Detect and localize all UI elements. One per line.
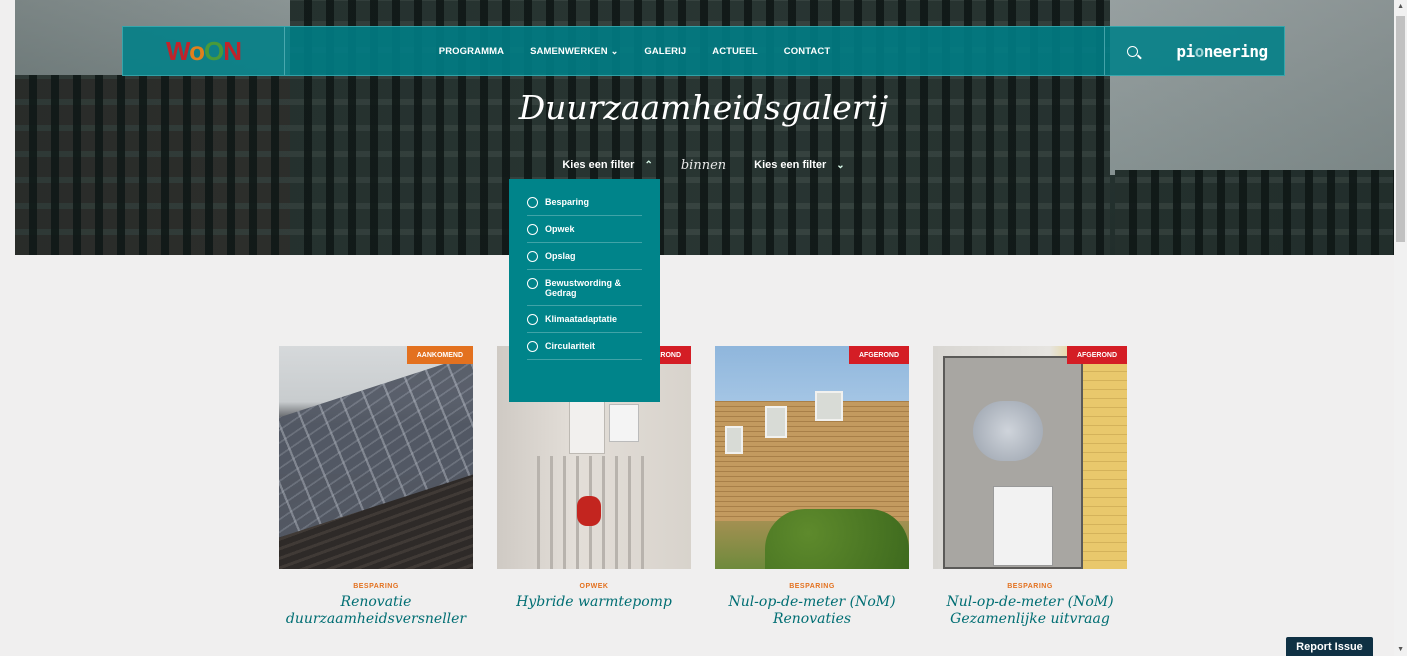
filter-option-opwek[interactable]: Opwek xyxy=(527,216,642,243)
chevron-down-icon: ⌄ xyxy=(610,45,619,56)
project-image-solar-roof: AANKOMEND xyxy=(279,346,473,569)
radio-icon[interactable] xyxy=(527,341,538,352)
hedge-shape xyxy=(765,509,909,569)
expansion-vessel-shape xyxy=(577,496,601,526)
radio-icon[interactable] xyxy=(527,278,538,289)
window-shape xyxy=(815,391,843,421)
filter-label: Kies een filter xyxy=(754,159,827,171)
report-issue-button[interactable]: Report Issue xyxy=(1286,637,1373,656)
inverter-shape xyxy=(609,404,639,442)
filter-bar: Kies een filter ⌃ binnen Kies een filter… xyxy=(0,155,1407,175)
chevron-up-icon: ⌃ xyxy=(644,159,653,171)
scroll-thumb[interactable] xyxy=(1396,16,1405,242)
project-category: BESPARING xyxy=(353,583,399,590)
radio-icon[interactable] xyxy=(527,224,538,235)
filter-theme-dropdown[interactable]: Kies een filter ⌄ xyxy=(748,155,851,175)
nav-item-programma[interactable]: PROGRAMMA xyxy=(439,46,504,57)
filter-option-bewustwording[interactable]: Bewustwording & Gedrag xyxy=(527,270,642,306)
filter-option-label: Circulariteit xyxy=(545,341,596,351)
filter-option-label: Opwek xyxy=(545,224,575,234)
page-title: Duurzaamheidsgalerij xyxy=(518,88,889,127)
status-badge: AFGEROND xyxy=(1066,346,1127,364)
project-title[interactable]: Renovatie duurzaamheidsversneller xyxy=(279,594,473,628)
project-card[interactable]: AFGEROND BESPARING Nul-op-de-meter (NoM)… xyxy=(715,346,909,628)
nav-item-galerij[interactable]: GALERIJ xyxy=(644,46,686,57)
filter-category-dropdown[interactable]: Kies een filter ⌃ xyxy=(556,155,659,175)
scroll-up-icon[interactable]: ▲ xyxy=(1397,3,1404,10)
project-title[interactable]: Hybride warmtepomp xyxy=(497,594,691,611)
woon-logo: WoON xyxy=(166,35,242,66)
nav-item-samenwerken[interactable]: SAMENWERKEN ⌄ xyxy=(530,46,618,57)
search-icon xyxy=(1127,45,1138,57)
brick-wall-shape xyxy=(1083,346,1127,569)
project-title[interactable]: Nul-op-de-meter (NoM) Gezamenlijke uitvr… xyxy=(933,594,1127,628)
project-card[interactable]: AFGEROND BESPARING Nul-op-de-meter (NoM)… xyxy=(933,346,1127,628)
filter-option-label: Besparing xyxy=(545,197,590,207)
filter-option-circulariteit[interactable]: Circulariteit xyxy=(527,333,642,360)
filter-option-label: Opslag xyxy=(545,251,576,261)
filter-dropdown-menu: Besparing Opwek Opslag Bewustwording & G… xyxy=(509,179,660,402)
project-card[interactable]: AANKOMEND BESPARING Renovatie duurzaamhe… xyxy=(279,346,473,628)
logo-link[interactable]: WoON xyxy=(123,27,285,75)
house-facade-shape xyxy=(715,401,909,521)
project-category: BESPARING xyxy=(789,583,835,590)
main-navbar: WoON PROGRAMMA SAMENWERKEN ⌄ GALERIJ ACTU… xyxy=(122,26,1285,76)
page-scrollbar[interactable]: ▲ ▼ xyxy=(1394,0,1407,656)
status-badge: AANKOMEND xyxy=(406,346,473,364)
search-button[interactable] xyxy=(1104,27,1160,75)
status-badge: AFGEROND xyxy=(848,346,909,364)
filter-option-besparing[interactable]: Besparing xyxy=(527,189,642,216)
project-title[interactable]: Nul-op-de-meter (NoM) Renovaties xyxy=(715,594,909,628)
nav-item-label: ACTUEEL xyxy=(712,45,758,57)
boiler-shape xyxy=(569,396,605,454)
nav-item-label: GALERIJ xyxy=(644,45,687,57)
window-shape xyxy=(725,426,743,454)
nav-item-label: SAMENWERKEN xyxy=(530,45,608,57)
project-category: OPWEK xyxy=(579,583,609,590)
filter-option-klimaatadaptatie[interactable]: Klimaatadaptatie xyxy=(527,306,642,333)
ducts-shape xyxy=(973,401,1043,461)
radio-icon[interactable] xyxy=(527,197,538,208)
project-category: BESPARING xyxy=(1007,583,1053,590)
radio-icon[interactable] xyxy=(527,314,538,325)
nav-item-label: PROGRAMMA xyxy=(438,45,505,57)
nav-item-actueel[interactable]: ACTUEEL xyxy=(712,46,758,57)
partner-logo-link[interactable]: pioneering xyxy=(1160,27,1284,75)
filter-option-label: Klimaatadaptatie xyxy=(545,314,618,324)
filter-connector-text: binnen xyxy=(680,157,727,173)
scroll-down-icon[interactable]: ▼ xyxy=(1397,646,1404,653)
nav-item-contact[interactable]: CONTACT xyxy=(784,46,830,57)
nav-item-label: CONTACT xyxy=(783,45,831,57)
project-image-installation: AFGEROND xyxy=(933,346,1127,569)
window-shape xyxy=(765,406,787,438)
filter-option-label: Bewustwording & Gedrag xyxy=(545,278,621,298)
radio-icon[interactable] xyxy=(527,251,538,262)
chevron-down-icon: ⌄ xyxy=(836,159,845,171)
unit-shape xyxy=(993,486,1053,566)
project-grid: AANKOMEND BESPARING Renovatie duurzaamhe… xyxy=(279,346,1127,628)
pioneering-logo: pioneering xyxy=(1176,41,1268,61)
nav-menu: PROGRAMMA SAMENWERKEN ⌄ GALERIJ ACTUEEL C… xyxy=(285,46,1104,57)
filter-label: Kies een filter xyxy=(562,159,635,171)
filter-option-opslag[interactable]: Opslag xyxy=(527,243,642,270)
project-image-houses: AFGEROND xyxy=(715,346,909,569)
